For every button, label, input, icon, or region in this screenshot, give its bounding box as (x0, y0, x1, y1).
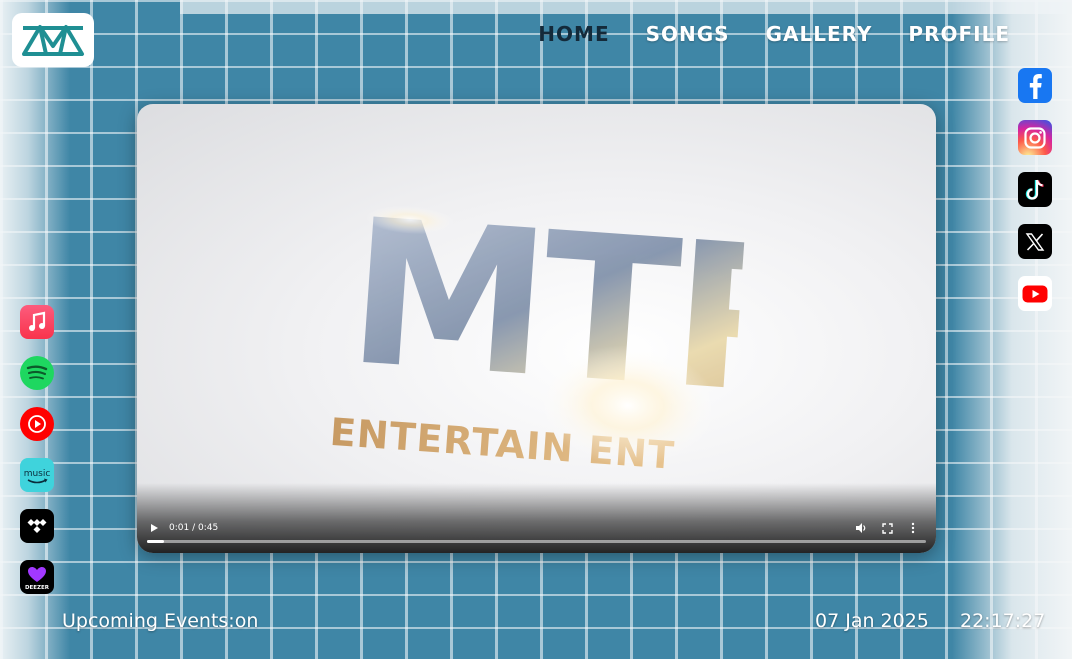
youtube-music-link[interactable] (20, 407, 54, 441)
nav-songs[interactable]: SONGS (646, 22, 730, 46)
youtube-icon (1022, 285, 1048, 302)
nav-home[interactable]: HOME (538, 22, 609, 46)
play-button[interactable] (147, 521, 161, 535)
deezer-link[interactable]: DEEZER (20, 560, 54, 594)
apple-music-link[interactable] (20, 305, 54, 339)
deezer-icon: DEEZER (25, 567, 50, 591)
spotify-link[interactable] (20, 356, 54, 390)
facebook-icon (1029, 73, 1042, 99)
x-icon (1025, 232, 1045, 251)
apple-music-icon (29, 311, 46, 331)
more-options-button[interactable] (900, 519, 926, 537)
tiktok-link[interactable] (1018, 172, 1052, 207)
youtube-music-icon (28, 415, 46, 433)
video-controls: 0:01 / 0:45 (137, 517, 936, 539)
volume-icon (856, 523, 866, 533)
tidal-icon (27, 519, 47, 533)
play-icon (151, 524, 158, 532)
upcoming-events-ticker: Upcoming Events:on (62, 610, 259, 632)
facebook-link[interactable] (1018, 68, 1052, 103)
more-vertical-icon (911, 522, 915, 534)
video-progress-bar[interactable] (147, 540, 926, 543)
site-logo[interactable] (12, 13, 94, 67)
tiktok-icon (1025, 179, 1044, 200)
fullscreen-button[interactable] (874, 519, 900, 537)
video-time: 0:01 / 0:45 (169, 523, 219, 533)
paint-wash-top (180, 0, 1072, 14)
video-player[interactable]: MTP ENTERTAIN ENT 0:01 / 0:45 (137, 104, 936, 553)
svg-text:music: music (24, 469, 51, 479)
main-nav: HOME SONGS GALLERY PROFILE (538, 22, 1010, 46)
current-time: 22:17:27 (960, 610, 1046, 632)
social-links (1018, 68, 1052, 311)
spotify-icon (26, 365, 48, 380)
video-progress-fill (147, 540, 165, 543)
paint-wash-right (952, 0, 1072, 659)
volume-button[interactable] (848, 519, 874, 537)
brand-intro-graphic: MTP ENTERTAIN ENT (328, 176, 748, 478)
instagram-icon (1024, 126, 1046, 149)
x-link[interactable] (1018, 224, 1052, 259)
streaming-links: music DEEZER (20, 305, 54, 594)
amazon-music-icon: music (24, 469, 51, 484)
current-date: 07 Jan 2025 (815, 610, 929, 632)
svg-text:DEEZER: DEEZER (25, 585, 50, 591)
youtube-link[interactable] (1018, 276, 1052, 311)
nav-profile[interactable]: PROFILE (908, 22, 1010, 46)
amazon-music-link[interactable]: music (20, 458, 54, 492)
mtm-logo-icon (22, 25, 84, 56)
tidal-link[interactable] (20, 509, 54, 543)
nav-gallery[interactable]: GALLERY (766, 22, 873, 46)
instagram-link[interactable] (1018, 120, 1052, 155)
fullscreen-icon (881, 522, 893, 534)
